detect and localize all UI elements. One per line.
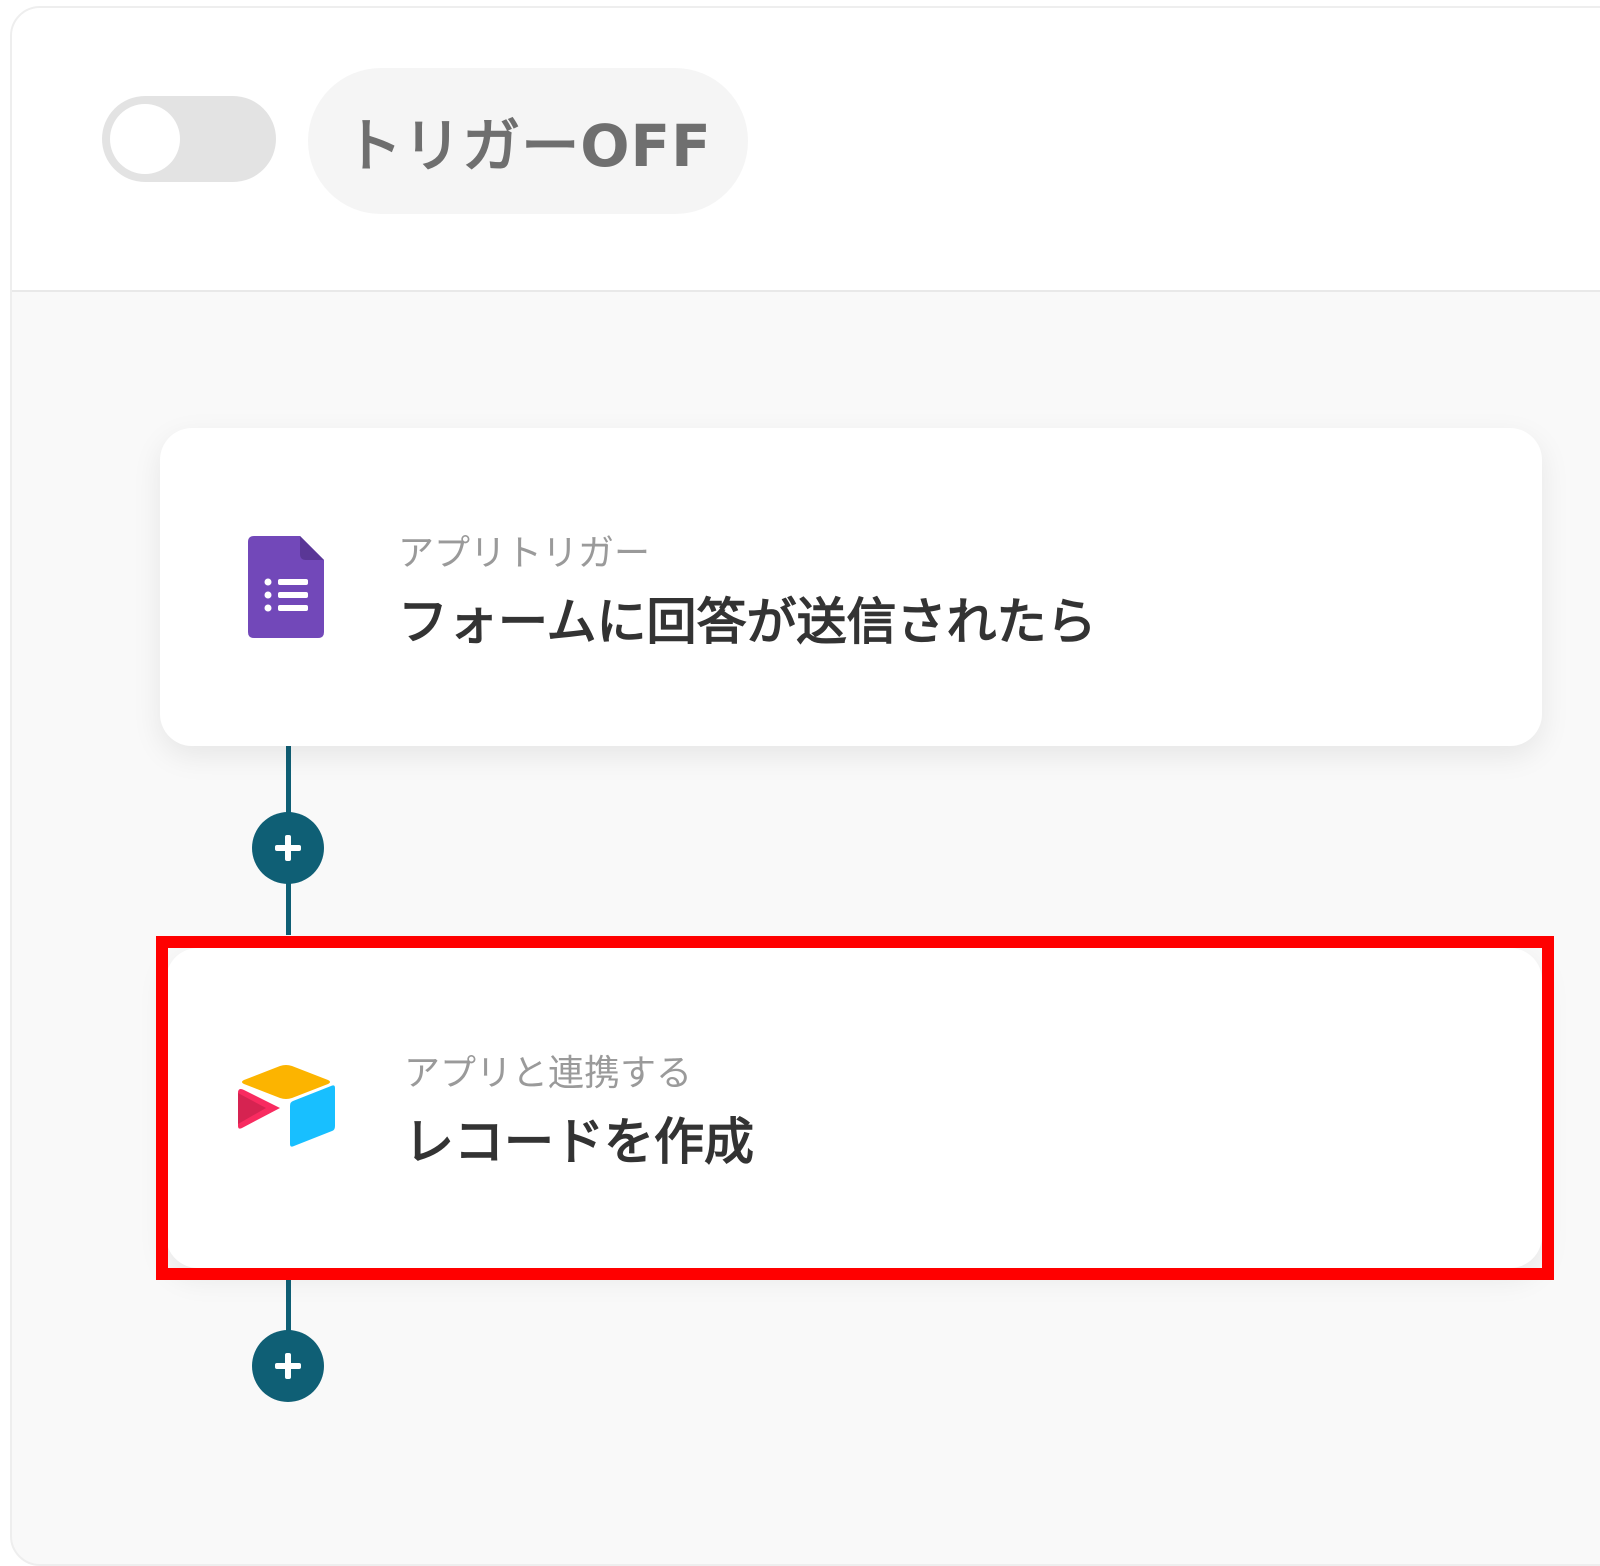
flow-step-action[interactable]: アプリと連携する レコードを作成 xyxy=(166,948,1542,1268)
step-title: レコードを作成 xyxy=(404,1113,754,1171)
flow-editor-frame: トリガーOFF xyxy=(10,6,1600,1566)
trigger-status-label: トリガーOFF xyxy=(344,112,712,180)
step-category-label: アプリと連携する xyxy=(404,1053,693,1094)
plus-icon xyxy=(275,1353,301,1379)
add-step-button[interactable] xyxy=(252,812,324,884)
add-step-button[interactable] xyxy=(252,1330,324,1402)
flow-step-trigger[interactable]: アプリトリガー フォームに回答が送信されたら xyxy=(160,428,1542,746)
trigger-status-badge: トリガーOFF xyxy=(308,68,748,214)
top-bar: トリガーOFF xyxy=(12,8,1600,292)
trigger-toggle[interactable] xyxy=(102,96,276,182)
google-forms-icon xyxy=(248,536,324,642)
airtable-icon xyxy=(236,1064,336,1152)
plus-icon xyxy=(275,835,301,861)
step-title: フォームに回答が送信されたら xyxy=(398,593,1097,651)
toggle-knob xyxy=(110,104,180,174)
step-category-label: アプリトリガー xyxy=(398,533,651,574)
